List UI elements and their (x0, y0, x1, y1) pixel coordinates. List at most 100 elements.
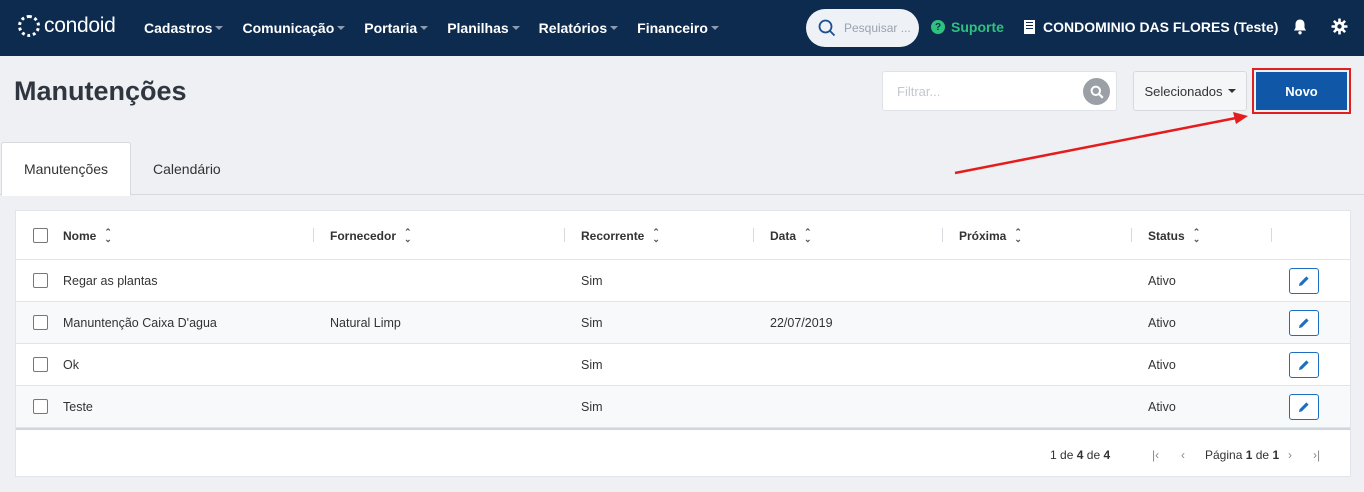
condominium-name: CONDOMINIO DAS FLORES (Teste) (1043, 19, 1279, 35)
maintenance-table: Nome ⌃ ⌄ Fornecedor ⌃ ⌄ Recorrente ⌃ ⌄ Data ⌃ ⌄ … (15, 210, 1351, 477)
column-divider (753, 228, 754, 242)
nav-financeiro[interactable]: Financeiro (637, 20, 719, 36)
total-of: de (1086, 448, 1101, 462)
nav-comunicacao[interactable]: Comunicação (242, 20, 346, 36)
pencil-icon (1299, 402, 1309, 412)
sort-icon: ⌃ ⌄ (804, 226, 812, 244)
nav-label: Planilhas (447, 20, 509, 36)
edit-button[interactable] (1289, 310, 1319, 336)
cell-nome: Ok (63, 358, 79, 372)
brand-logo[interactable]: condoid (18, 14, 116, 38)
cell-data: 22/07/2019 (770, 316, 833, 330)
column-label: Status (1148, 228, 1185, 243)
sort-icon: ⌃ ⌄ (1014, 226, 1022, 244)
range-start: 1 (1050, 448, 1057, 462)
main-nav: Cadastros Comunicação Portaria Planilhas… (144, 0, 738, 56)
column-header-fornecedor[interactable]: Fornecedor ⌃ ⌄ (330, 211, 412, 260)
tab-bar: Manutenções Calendário (0, 142, 1364, 196)
column-header-recorrente[interactable]: Recorrente ⌃ ⌄ (581, 211, 660, 260)
nav-relatorios[interactable]: Relatórios (538, 20, 619, 36)
column-label: Recorrente (581, 228, 645, 243)
edit-button[interactable] (1289, 352, 1319, 378)
filter-input[interactable]: Filtrar... (882, 71, 1117, 111)
search-icon (1090, 85, 1104, 99)
nav-label: Comunicação (242, 20, 335, 36)
column-header-data[interactable]: Data ⌃ ⌄ (770, 211, 812, 260)
page-indicator: Página 1 de 1 (1205, 448, 1279, 462)
tab-label: Calendário (153, 160, 221, 177)
row-checkbox[interactable] (33, 399, 48, 414)
nav-label: Financeiro (637, 20, 708, 36)
global-search-input[interactable]: Pesquisar ... (806, 9, 919, 47)
chevron-down-icon (710, 26, 719, 30)
page-of: de (1255, 448, 1270, 462)
prev-page-icon[interactable]: ‹ (1181, 448, 1185, 462)
cell-nome: Manuntenção Caixa D'agua (63, 316, 217, 330)
nav-label: Relatórios (538, 20, 608, 36)
last-page-icon[interactable]: ›| (1313, 448, 1320, 462)
edit-button[interactable] (1289, 268, 1319, 294)
column-header-nome[interactable]: Nome ⌃ ⌄ (63, 211, 112, 260)
table-footer-divider (16, 428, 1350, 430)
column-divider (1271, 228, 1272, 242)
filter-search-button[interactable] (1083, 78, 1110, 105)
row-checkbox[interactable] (33, 273, 48, 288)
column-label: Próxima (959, 228, 1007, 243)
new-button-highlight: Novo (1252, 68, 1351, 114)
range-of: de (1060, 448, 1074, 462)
edit-button[interactable] (1289, 394, 1319, 420)
nav-cadastros[interactable]: Cadastros (144, 20, 224, 36)
nav-planilhas[interactable]: Planilhas (447, 20, 520, 36)
logo-icon (18, 15, 40, 37)
tab-calendario[interactable]: Calendário (153, 142, 221, 195)
cell-status: Ativo (1148, 316, 1176, 330)
support-link[interactable]: ? Suporte (931, 19, 1004, 35)
cell-nome: Teste (63, 400, 93, 414)
column-label: Nome (63, 228, 97, 243)
filter-placeholder: Filtrar... (897, 84, 941, 99)
new-button-label: Novo (1285, 83, 1318, 99)
chevron-down-icon (610, 26, 619, 30)
table-row: Regar as plantas Sim Ativo (16, 260, 1350, 302)
bell-icon[interactable] (1292, 18, 1308, 36)
new-button[interactable]: Novo (1256, 72, 1347, 110)
table-row: Manuntenção Caixa D'agua Natural Limp Si… (16, 302, 1350, 344)
pencil-icon (1299, 276, 1309, 286)
top-navbar: condoid Cadastros Comunicação Portaria P… (0, 0, 1364, 56)
selected-actions-label: Selecionados (1144, 83, 1223, 99)
building-icon (1024, 20, 1035, 34)
page-label: Página (1205, 448, 1243, 462)
column-header-proxima[interactable]: Próxima ⌃ ⌄ (959, 211, 1022, 260)
selected-actions-dropdown[interactable]: Selecionados (1133, 71, 1247, 111)
table-header: Nome ⌃ ⌄ Fornecedor ⌃ ⌄ Recorrente ⌃ ⌄ Data ⌃ ⌄ … (16, 211, 1350, 260)
column-divider (942, 228, 943, 242)
range-end: 4 (1076, 448, 1084, 462)
tab-manutencoes[interactable]: Manutenções (1, 142, 131, 196)
chevron-down-icon (337, 26, 346, 30)
support-label: Suporte (951, 19, 1004, 35)
chevron-down-icon (215, 26, 224, 30)
chevron-down-icon (420, 26, 429, 30)
cell-fornecedor: Natural Limp (330, 316, 401, 330)
pencil-icon (1299, 318, 1309, 328)
current-page: 1 (1245, 448, 1253, 462)
select-all-checkbox[interactable] (33, 228, 48, 243)
first-page-icon[interactable]: |‹ (1152, 448, 1159, 462)
condominium-selector[interactable]: CONDOMINIO DAS FLORES (Teste) (1024, 19, 1278, 35)
nav-portaria[interactable]: Portaria (364, 20, 429, 36)
column-label: Fornecedor (330, 228, 397, 243)
column-divider (564, 228, 565, 242)
gear-icon[interactable] (1331, 18, 1348, 35)
row-checkbox[interactable] (33, 315, 48, 330)
next-page-icon[interactable]: › (1288, 448, 1292, 462)
search-placeholder: Pesquisar ... (844, 21, 911, 35)
cell-status: Ativo (1148, 400, 1176, 414)
cell-nome: Regar as plantas (63, 274, 158, 288)
total-count: 4 (1103, 448, 1111, 462)
chevron-down-icon (1227, 89, 1236, 93)
search-icon (818, 19, 836, 37)
page-title: Manutenções (14, 76, 187, 106)
sort-icon: ⌃ ⌄ (104, 226, 112, 244)
column-header-status[interactable]: Status ⌃ ⌄ (1148, 211, 1200, 260)
row-checkbox[interactable] (33, 357, 48, 372)
